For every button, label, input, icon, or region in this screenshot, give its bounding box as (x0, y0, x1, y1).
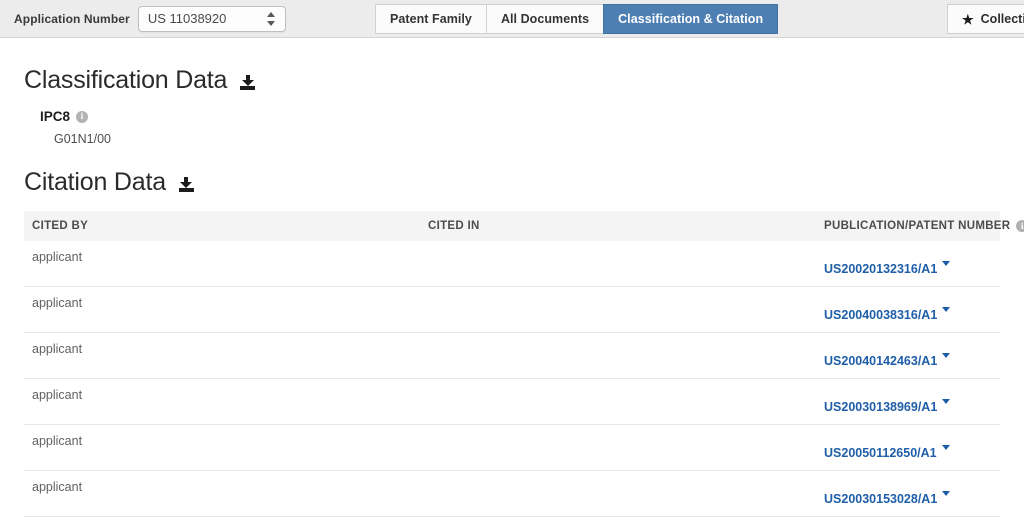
application-number-group: Application Number US 11038920 (0, 5, 286, 32)
table-row: applicant US20040038316/A1 (24, 287, 1000, 333)
download-icon[interactable] (240, 75, 256, 90)
ipc-block: IPC8 i G01N1/00 (24, 95, 1000, 146)
tab-patent-family[interactable]: Patent Family (375, 4, 486, 34)
chevron-down-icon[interactable] (942, 307, 951, 312)
cell-publication-number: US20030153028/A1 (824, 471, 992, 506)
publication-number-link[interactable]: US20030138969/A1 (824, 400, 937, 414)
column-header-cited-by-label: CITED BY (32, 220, 89, 232)
citation-section-header: Citation Data (24, 146, 1000, 197)
cited-by-value: applicant (32, 434, 83, 448)
publication-number-link[interactable]: US20040038316/A1 (824, 308, 937, 322)
info-icon[interactable]: i (76, 110, 89, 123)
table-row: applicant US20020132316/A1 (24, 241, 1000, 287)
cited-by-value: applicant (32, 342, 83, 356)
tab-all-documents-label: All Documents (500, 12, 590, 26)
table-row: applicant US20050112650/A1 (24, 425, 1000, 471)
select-spinner-icon[interactable] (267, 11, 276, 26)
column-header-cited-in-label: CITED IN (428, 220, 480, 232)
classification-section-header: Classification Data (24, 38, 1000, 95)
chevron-down-icon[interactable] (942, 399, 951, 404)
cell-cited-in (428, 379, 824, 388)
publication-number-link[interactable]: US20030153028/A1 (824, 492, 937, 506)
cell-cited-in (428, 287, 824, 296)
citation-table: CITED BY CITED IN PUBLICATION/PATENT NUM… (24, 211, 1024, 517)
column-header-cited-by[interactable]: CITED BY (32, 220, 428, 232)
column-header-publication-number[interactable]: PUBLICATION/PATENT NUMBER i (824, 220, 1024, 232)
cell-cited-by: applicant (32, 425, 428, 448)
publication-number-link[interactable]: US20020132316/A1 (824, 262, 937, 276)
tab-all-documents[interactable]: All Documents (485, 4, 604, 34)
tab-classification-citation[interactable]: Classification & Citation (603, 4, 779, 34)
ipc-scheme-label-row: IPC8 i (40, 109, 1000, 124)
table-row: applicant US20030138969/A1 (24, 379, 1000, 425)
cell-cited-by: applicant (32, 241, 428, 264)
table-row: applicant US20040142463/A1 (24, 333, 1000, 379)
info-icon[interactable]: i (1016, 220, 1024, 232)
cell-cited-in (428, 471, 824, 480)
cell-publication-number: US20050112650/A1 (824, 425, 992, 460)
tab-classification-citation-label: Classification & Citation (618, 12, 764, 26)
cell-publication-number: US20040038316/A1 (824, 287, 992, 322)
cited-by-value: applicant (32, 480, 83, 494)
column-header-publication-number-label: PUBLICATION/PATENT NUMBER (824, 220, 1011, 232)
citation-title: Citation Data (24, 168, 1000, 197)
application-number-value: US 11038920 (147, 11, 227, 26)
cell-cited-by: applicant (32, 471, 428, 494)
cell-publication-number: US20020132316/A1 (824, 241, 992, 276)
cell-cited-in (428, 425, 824, 434)
classification-title: Classification Data (24, 66, 1000, 95)
publication-number-link[interactable]: US20050112650/A1 (824, 446, 937, 460)
ipc-scheme-label: IPC8 (40, 109, 71, 124)
column-header-cited-in[interactable]: CITED IN (428, 220, 824, 232)
tab-patent-family-label: Patent Family (390, 12, 472, 26)
cell-publication-number: US20040142463/A1 (824, 333, 992, 368)
application-number-label: Application Number (14, 11, 130, 26)
cell-cited-by: applicant (32, 287, 428, 310)
ipc-code: G01N1/00 (54, 132, 111, 146)
cell-cited-in (428, 333, 824, 342)
citation-table-body: applicant US20020132316/A1 applicant US2004… (24, 241, 1000, 517)
star-icon: ★ (962, 11, 974, 27)
tab-bar: Patent Family All Documents Classificati… (375, 4, 779, 34)
cited-by-value: applicant (32, 296, 83, 310)
cell-cited-by: applicant (32, 333, 428, 356)
chevron-down-icon[interactable] (942, 491, 951, 496)
top-toolbar: Application Number US 11038920 Patent Fa… (0, 0, 1024, 38)
classification-title-text: Classification Data (24, 66, 228, 94)
collection-button[interactable]: ★ Collection (947, 4, 1024, 34)
download-icon[interactable] (178, 177, 194, 192)
cited-by-value: applicant (32, 388, 83, 402)
cell-cited-by: applicant (32, 379, 428, 402)
publication-number-link[interactable]: US20040142463/A1 (824, 354, 937, 368)
chevron-down-icon[interactable] (942, 261, 951, 266)
cell-publication-number: US20030138969/A1 (824, 379, 992, 414)
cited-by-value: applicant (32, 250, 83, 264)
chevron-down-icon[interactable] (942, 353, 951, 358)
citation-title-text: Citation Data (24, 168, 166, 196)
cell-cited-in (428, 241, 824, 250)
application-number-select[interactable]: US 11038920 (137, 5, 286, 32)
chevron-down-icon[interactable] (941, 445, 950, 450)
collection-button-label: Collection (980, 12, 1024, 26)
citation-table-header: CITED BY CITED IN PUBLICATION/PATENT NUM… (24, 211, 1024, 241)
table-row: applicant US20030153028/A1 (24, 471, 1000, 517)
page-content: Classification Data IPC8 i G01N1/00 Cita… (0, 38, 1024, 517)
